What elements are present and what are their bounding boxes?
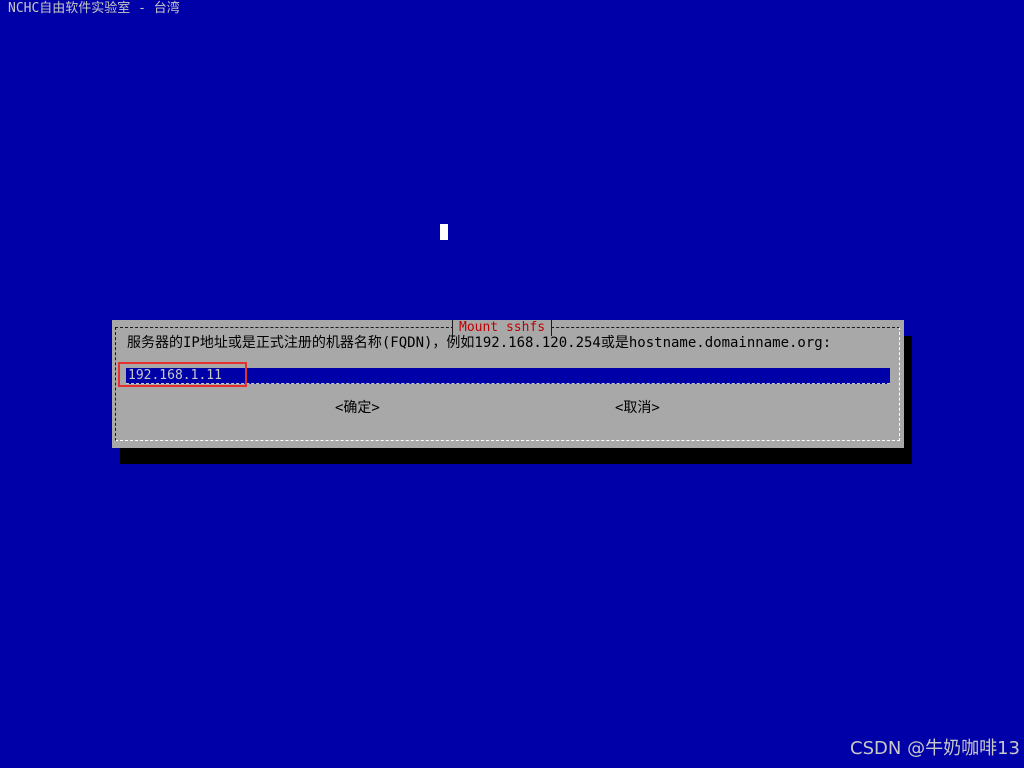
dialog-title: Mount sshfs bbox=[459, 320, 546, 335]
text-cursor bbox=[440, 224, 448, 240]
cancel-button[interactable]: <取消> bbox=[615, 399, 660, 417]
mount-sshfs-dialog: Mount sshfs 服务器的IP地址或是正式注册的机器名称(FQDN)，例如… bbox=[112, 320, 904, 448]
watermark: CSDN @牛奶咖啡13 bbox=[850, 738, 1020, 759]
annotation-highlight-box bbox=[118, 362, 247, 387]
server-address-prompt: 服务器的IP地址或是正式注册的机器名称(FQDN)，例如192.168.120.… bbox=[127, 335, 832, 351]
screen-backtitle: NCHC自由软件实验室 - 台湾 bbox=[8, 1, 180, 16]
ok-button[interactable]: <确定> bbox=[335, 399, 380, 417]
